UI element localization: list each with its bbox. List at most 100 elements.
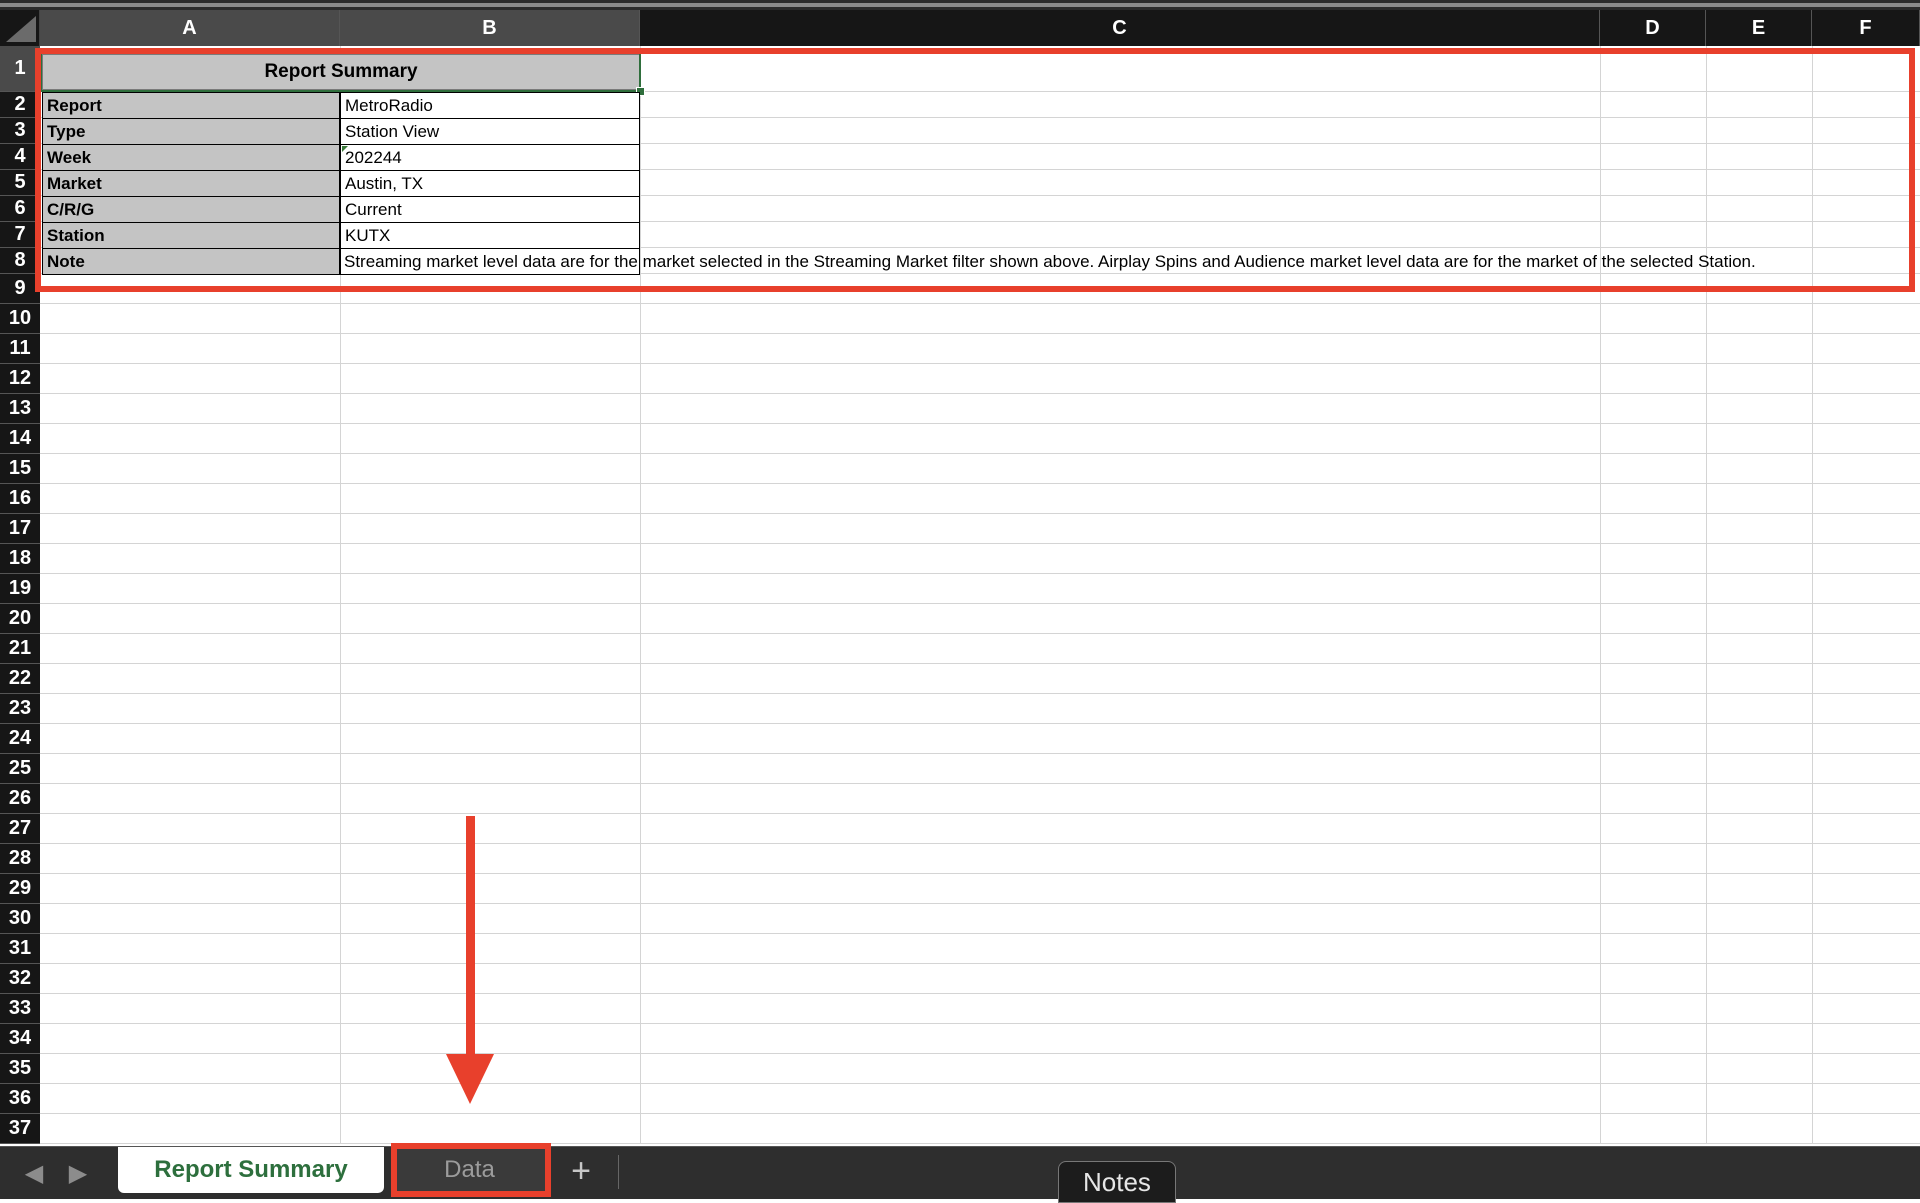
row-header-19[interactable]: 19 bbox=[0, 574, 40, 604]
row-header-16[interactable]: 16 bbox=[0, 484, 40, 514]
grid-row-line bbox=[40, 723, 1920, 724]
note-text: Streaming market level data are for the … bbox=[344, 251, 1756, 271]
tab-data[interactable]: Data bbox=[392, 1147, 547, 1193]
row-header-4[interactable]: 4 bbox=[0, 144, 40, 170]
prev-sheet-icon[interactable]: ◀ bbox=[20, 1159, 48, 1187]
add-sheet-button[interactable]: + bbox=[563, 1151, 599, 1191]
grid-column-line bbox=[1600, 46, 1601, 1144]
row-label[interactable]: Type bbox=[42, 118, 340, 145]
grid-row-line bbox=[40, 603, 1920, 604]
grid-row-line bbox=[40, 1023, 1920, 1024]
tab-separator bbox=[618, 1155, 619, 1189]
row-value[interactable]: Station View bbox=[340, 118, 640, 145]
grid-row-line bbox=[40, 873, 1920, 874]
grid-row-line bbox=[40, 513, 1920, 514]
grid-row-line bbox=[40, 1143, 1920, 1144]
row-value[interactable]: Austin, TX bbox=[340, 170, 640, 197]
grid-row-line bbox=[40, 543, 1920, 544]
row-header-33[interactable]: 33 bbox=[0, 994, 40, 1024]
grid-row-line bbox=[40, 303, 1920, 304]
grid-row-line bbox=[40, 753, 1920, 754]
row-header-24[interactable]: 24 bbox=[0, 724, 40, 754]
row-header-6[interactable]: 6 bbox=[0, 196, 40, 222]
row-label[interactable]: Station bbox=[42, 222, 340, 249]
grid-row-line bbox=[40, 933, 1920, 934]
tab-report-summary[interactable]: Report Summary bbox=[118, 1147, 384, 1193]
row-header-12[interactable]: 12 bbox=[0, 364, 40, 394]
grid-row-line bbox=[40, 423, 1920, 424]
row-label[interactable]: Report bbox=[42, 92, 340, 119]
row-header-36[interactable]: 36 bbox=[0, 1084, 40, 1114]
row-header-34[interactable]: 34 bbox=[0, 1024, 40, 1054]
row-header-30[interactable]: 30 bbox=[0, 904, 40, 934]
row-value[interactable]: Current bbox=[340, 196, 640, 223]
grid-row-line bbox=[40, 633, 1920, 634]
grid-row-line bbox=[40, 663, 1920, 664]
grid-row-line bbox=[40, 453, 1920, 454]
column-header-a[interactable]: A bbox=[40, 10, 340, 46]
row-header-28[interactable]: 28 bbox=[0, 844, 40, 874]
grid-row-line bbox=[40, 333, 1920, 334]
row-header-8[interactable]: 8 bbox=[0, 248, 40, 274]
grid-row-line bbox=[40, 573, 1920, 574]
sheet-tab-bar: ◀ ▶ Report Summary Data + Notes bbox=[0, 1143, 1920, 1203]
column-header-c[interactable]: C bbox=[640, 10, 1600, 46]
row-header-35[interactable]: 35 bbox=[0, 1054, 40, 1084]
row-header-22[interactable]: 22 bbox=[0, 664, 40, 694]
row-header-1[interactable]: 1 bbox=[0, 46, 40, 92]
grid-row-line bbox=[40, 393, 1920, 394]
column-header-b[interactable]: B bbox=[340, 10, 640, 46]
row-header-17[interactable]: 17 bbox=[0, 514, 40, 544]
row-header-10[interactable]: 10 bbox=[0, 304, 40, 334]
row-header-23[interactable]: 23 bbox=[0, 694, 40, 724]
row-value[interactable]: MetroRadio bbox=[340, 92, 640, 119]
grid-row-line bbox=[40, 1083, 1920, 1084]
row-header-14[interactable]: 14 bbox=[0, 424, 40, 454]
report-summary-title[interactable]: Report Summary bbox=[42, 54, 640, 90]
row-header-18[interactable]: 18 bbox=[0, 544, 40, 574]
column-header-d[interactable]: D bbox=[1600, 10, 1706, 46]
column-header-e[interactable]: E bbox=[1706, 10, 1812, 46]
column-header-f[interactable]: F bbox=[1812, 10, 1920, 46]
grid-row-line bbox=[40, 1113, 1920, 1114]
grid-row-line bbox=[40, 993, 1920, 994]
row-header-21[interactable]: 21 bbox=[0, 634, 40, 664]
grid-row-line bbox=[40, 1053, 1920, 1054]
row-header-29[interactable]: 29 bbox=[0, 874, 40, 904]
grid-row-line bbox=[40, 363, 1920, 364]
row-header-37[interactable]: 37 bbox=[0, 1114, 40, 1144]
row-header-3[interactable]: 3 bbox=[0, 118, 40, 144]
row-header-27[interactable]: 27 bbox=[0, 814, 40, 844]
notes-button[interactable]: Notes bbox=[1058, 1161, 1176, 1203]
row-header-20[interactable]: 20 bbox=[0, 604, 40, 634]
row-value[interactable]: KUTX bbox=[340, 222, 640, 249]
grid-column-line bbox=[1706, 46, 1707, 1144]
row-header-26[interactable]: 26 bbox=[0, 784, 40, 814]
annotation-arrow-shaft bbox=[466, 816, 475, 1056]
row-header-32[interactable]: 32 bbox=[0, 964, 40, 994]
row-header-2[interactable]: 2 bbox=[0, 92, 40, 118]
row-label[interactable]: Note bbox=[42, 248, 340, 275]
row-header-9[interactable]: 9 bbox=[0, 274, 40, 304]
next-sheet-icon[interactable]: ▶ bbox=[64, 1159, 92, 1187]
row-value[interactable]: 202244 bbox=[340, 144, 640, 171]
grid-row-line bbox=[40, 963, 1920, 964]
row-label[interactable]: C/R/G bbox=[42, 196, 340, 223]
row-header-5[interactable]: 5 bbox=[0, 170, 40, 196]
row-header-7[interactable]: 7 bbox=[0, 222, 40, 248]
row-label[interactable]: Market bbox=[42, 170, 340, 197]
row-header-11[interactable]: 11 bbox=[0, 334, 40, 364]
error-indicator-icon bbox=[342, 146, 348, 152]
row-header-15[interactable]: 15 bbox=[0, 454, 40, 484]
grid-row-line bbox=[40, 843, 1920, 844]
select-all-corner[interactable] bbox=[0, 10, 40, 46]
row-label[interactable]: Week bbox=[42, 144, 340, 171]
window-top-bar bbox=[0, 0, 1920, 10]
grid-column-line bbox=[640, 46, 641, 1144]
row-header-25[interactable]: 25 bbox=[0, 754, 40, 784]
grid-row-line bbox=[40, 783, 1920, 784]
row-header-13[interactable]: 13 bbox=[0, 394, 40, 424]
select-all-icon bbox=[6, 16, 36, 42]
grid-row-line bbox=[40, 693, 1920, 694]
row-header-31[interactable]: 31 bbox=[0, 934, 40, 964]
